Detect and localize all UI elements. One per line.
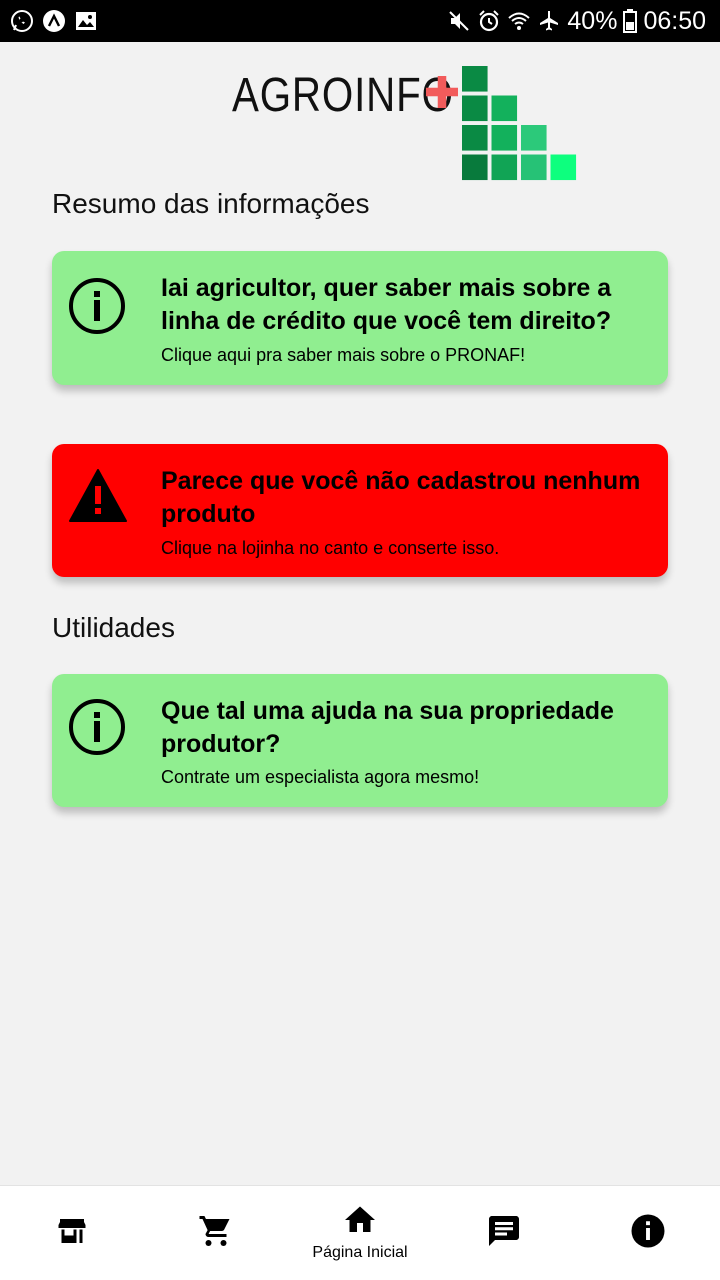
wifi-icon (508, 12, 531, 30)
utilities-section-title: Utilidades (52, 612, 175, 643)
home-icon (345, 1206, 375, 1232)
clock: 06:50 (643, 7, 706, 35)
logo-blocks-icon (462, 66, 577, 181)
whatsapp-icon (11, 10, 33, 32)
logo-plus-icon (426, 76, 458, 108)
store-icon (58, 1219, 86, 1243)
card-subtitle: Clique na lojinha no canto e conserte is… (161, 538, 500, 558)
airplane-icon (540, 11, 559, 31)
nav-cart[interactable] (144, 1186, 288, 1280)
logo-text: AGROINFO (232, 69, 454, 122)
no-product-alert-card[interactable]: Parece que você não cadastrou nenhum pro… (52, 444, 668, 577)
mute-icon (449, 11, 470, 31)
gallery-icon (76, 12, 96, 30)
card-title: Que tal uma ajuda na sua propriedade pro… (161, 697, 614, 758)
info-icon (631, 1214, 665, 1248)
battery-icon (623, 9, 638, 33)
nav-home[interactable]: Página Inicial (288, 1186, 432, 1280)
card-subtitle: Contrate um especialista agora mesmo! (161, 767, 480, 787)
card-title: Parece que você não cadastrou nenhum pro… (161, 467, 641, 528)
specialist-help-card[interactable]: Que tal uma ajuda na sua propriedade pro… (52, 674, 668, 807)
alarm-icon (479, 10, 500, 32)
card-title: Iai agricultor, quer saber mais sobre a … (161, 274, 612, 335)
cart-icon (199, 1216, 230, 1246)
bottom-navigation: Página Inicial (0, 1185, 720, 1280)
status-bar: 40% 06:50 (0, 0, 720, 42)
nav-home-label: Página Inicial (312, 1244, 408, 1261)
card-subtitle: Clique aqui pra saber mais sobre o PRONA… (161, 345, 526, 365)
info-icon (69, 699, 125, 755)
app-icon (43, 10, 65, 32)
nav-about[interactable] (576, 1186, 720, 1280)
chat-icon (489, 1216, 519, 1246)
info-icon (69, 278, 125, 334)
warning-icon (69, 469, 127, 522)
pronaf-info-card[interactable]: Iai agricultor, quer saber mais sobre a … (52, 251, 668, 385)
nav-messages[interactable] (432, 1186, 576, 1280)
battery-percent: 40% (567, 7, 618, 35)
summary-section-title: Resumo das informações (52, 188, 370, 219)
nav-store[interactable] (0, 1186, 144, 1280)
app-logo: AGROINFO (232, 60, 582, 186)
